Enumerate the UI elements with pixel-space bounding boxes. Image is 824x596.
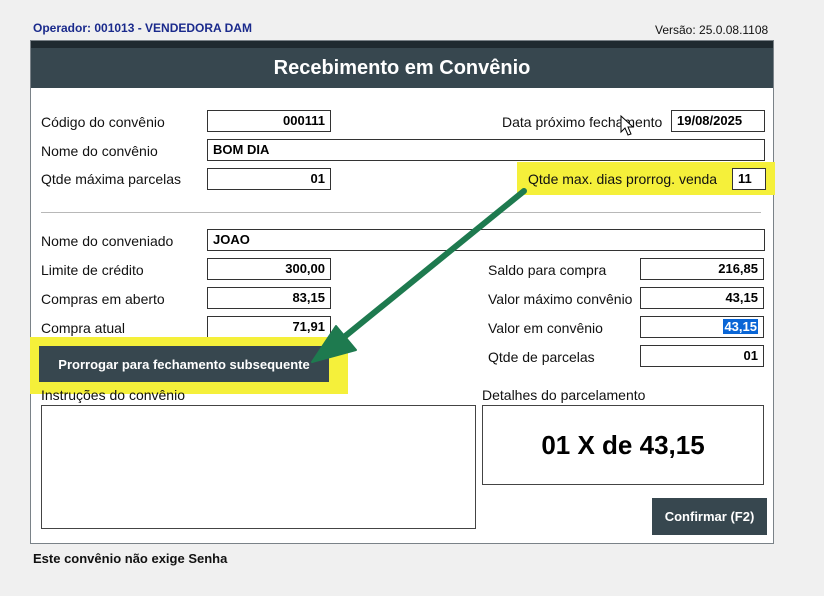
limite-credito-field[interactable]: 300,00 xyxy=(207,258,331,280)
compras-aberto-label: Compras em aberto xyxy=(41,291,165,307)
data-fechamento-field[interactable]: 19/08/2025 xyxy=(671,110,765,132)
limite-credito-label: Limite de crédito xyxy=(41,262,144,278)
codigo-convenio-field[interactable]: 000111 xyxy=(207,110,331,132)
confirmar-button[interactable]: Confirmar (F2) xyxy=(652,498,767,535)
nome-convenio-field[interactable]: BOM DIA xyxy=(207,139,765,161)
valor-convenio-field[interactable]: 43,15 xyxy=(640,316,764,338)
valor-max-convenio-label: Valor máximo convênio xyxy=(488,291,633,307)
instrucoes-textarea[interactable] xyxy=(41,405,476,529)
compra-atual-label: Compra atual xyxy=(41,320,126,336)
codigo-convenio-label: Código do convênio xyxy=(41,114,165,130)
qtde-max-parcelas-field[interactable]: 01 xyxy=(207,168,331,190)
valor-convenio-label: Valor em convênio xyxy=(488,320,603,336)
section-divider xyxy=(41,212,761,213)
qtde-max-parcelas-label: Qtde máxima parcelas xyxy=(41,171,182,187)
version-label: Versão: 25.0.08.1108 xyxy=(655,23,769,37)
nome-convenio-label: Nome do convênio xyxy=(41,143,158,159)
valor-max-convenio-field[interactable]: 43,15 xyxy=(640,287,764,309)
saldo-compra-field[interactable]: 216,85 xyxy=(640,258,764,280)
operator-label: Operador: 001013 - VENDEDORA DAM xyxy=(33,21,252,35)
prorrog-dias-label: Qtde max. dias prorrog. venda xyxy=(528,171,718,187)
prorrog-dias-field[interactable]: 11 xyxy=(732,168,766,190)
valor-convenio-selected-text: 43,15 xyxy=(723,319,758,334)
instrucoes-label: Instruções do convênio xyxy=(41,387,185,403)
window-title: Recebimento em Convênio xyxy=(31,41,773,88)
nome-conveniado-field[interactable]: JOAO xyxy=(207,229,765,251)
nome-conveniado-label: Nome do conveniado xyxy=(41,233,174,249)
compra-atual-field[interactable]: 71,91 xyxy=(207,316,331,338)
detalhes-label: Detalhes do parcelamento xyxy=(482,387,646,403)
qtde-parcelas-label: Qtde de parcelas xyxy=(488,349,595,365)
saldo-compra-label: Saldo para compra xyxy=(488,262,607,278)
prorrogar-button[interactable]: Prorrogar para fechamento subsequente xyxy=(39,346,329,382)
detalhes-parcelamento-box: 01 X de 43,15 xyxy=(482,405,764,485)
qtde-parcelas-field[interactable]: 01 xyxy=(640,345,764,367)
senha-status-text: Este convênio não exige Senha xyxy=(33,551,228,566)
convenio-window: Recebimento em Convênio Código do convên… xyxy=(30,40,775,544)
compras-aberto-field[interactable]: 83,15 xyxy=(207,287,331,309)
data-fechamento-label: Data próximo fechamento xyxy=(502,114,663,130)
